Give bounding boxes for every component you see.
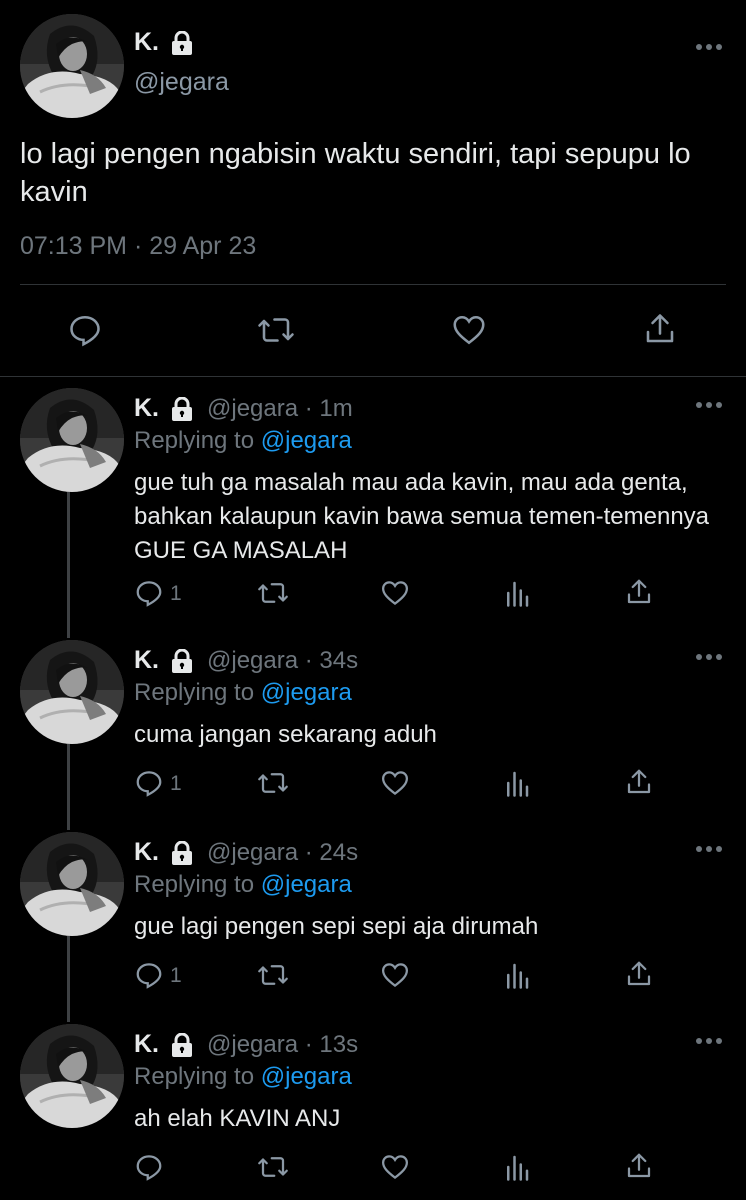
lock-icon xyxy=(171,649,193,673)
reply-icon[interactable] xyxy=(67,312,103,348)
share-icon[interactable] xyxy=(624,576,654,608)
more-options-icon[interactable] xyxy=(696,44,722,52)
reply-icon[interactable] xyxy=(134,1152,164,1182)
more-options-icon[interactable] xyxy=(696,402,722,410)
like-icon[interactable] xyxy=(380,960,410,990)
reply-tweet[interactable]: K. @jegara · 24s Replying to @jegara gue… xyxy=(0,832,746,1022)
handle-time[interactable]: @jegara · 13s xyxy=(207,1031,358,1059)
main-tweet[interactable]: K. @jegara lo lagi pengen ngabisin waktu… xyxy=(0,0,746,376)
replying-to: Replying to @jegara xyxy=(134,871,352,899)
analytics-icon[interactable] xyxy=(504,578,530,608)
replying-to: Replying to @jegara xyxy=(134,1063,352,1091)
tweet-text: ah elah KAVIN ANJ xyxy=(134,1105,341,1132)
display-name[interactable]: K. xyxy=(134,28,159,57)
handle-time[interactable]: @jegara · 24s xyxy=(207,839,358,867)
analytics-icon[interactable] xyxy=(504,768,530,798)
replying-label: Replying to xyxy=(134,1063,261,1090)
reply-count: 1 xyxy=(170,772,182,795)
handle-time[interactable]: @jegara · 34s xyxy=(207,647,358,675)
mention-link[interactable]: @jegara xyxy=(261,1063,352,1090)
tweet-text: lo lagi pengen ngabisin waktu sendiri, t… xyxy=(20,138,691,208)
tweet-text: cuma jangan sekarang aduh xyxy=(134,721,437,748)
replying-label: Replying to xyxy=(134,427,261,454)
timestamp[interactable]: 07:13 PM · 29 Apr 23 xyxy=(20,232,256,261)
display-name[interactable]: K. xyxy=(134,1030,159,1059)
share-icon[interactable] xyxy=(624,766,654,798)
replying-label: Replying to xyxy=(134,871,261,898)
avatar[interactable] xyxy=(20,1024,124,1128)
lock-icon xyxy=(171,1033,193,1057)
avatar[interactable] xyxy=(20,14,124,118)
display-name[interactable]: K. xyxy=(134,394,159,423)
retweet-icon[interactable] xyxy=(256,1152,290,1182)
replying-to: Replying to @jegara xyxy=(134,679,352,707)
action-bar: 1 xyxy=(0,960,746,994)
author-row: K. @jegara · 13s xyxy=(134,1030,358,1059)
reply-icon[interactable] xyxy=(134,768,164,798)
author-row: K. xyxy=(134,28,193,57)
reply-icon[interactable] xyxy=(134,578,164,608)
tweet-text: gue lagi pengen sepi sepi aja dirumah xyxy=(134,913,539,940)
display-name[interactable]: K. xyxy=(134,646,159,675)
reply-tweet[interactable]: K. @jegara · 34s Replying to @jegara cum… xyxy=(0,640,746,830)
mention-link[interactable]: @jegara xyxy=(261,427,352,454)
analytics-icon[interactable] xyxy=(504,1152,530,1182)
retweet-icon[interactable] xyxy=(256,960,290,990)
share-icon[interactable] xyxy=(624,1150,654,1182)
reply-tweet[interactable]: K. @jegara · 13s Replying to @jegara ah … xyxy=(0,1024,746,1200)
action-bar xyxy=(0,1152,746,1186)
lock-icon xyxy=(171,397,193,421)
divider xyxy=(0,376,746,377)
reply-count: 1 xyxy=(170,582,182,605)
more-options-icon[interactable] xyxy=(696,846,722,854)
share-icon[interactable] xyxy=(624,958,654,990)
more-options-icon[interactable] xyxy=(696,654,722,662)
share-icon[interactable] xyxy=(642,310,678,348)
replying-to: Replying to @jegara xyxy=(134,427,352,455)
like-icon[interactable] xyxy=(380,578,410,608)
like-icon[interactable] xyxy=(380,1152,410,1182)
like-icon[interactable] xyxy=(380,768,410,798)
retweet-icon[interactable] xyxy=(256,768,290,798)
like-icon[interactable] xyxy=(450,312,488,348)
avatar[interactable] xyxy=(20,640,124,744)
avatar[interactable] xyxy=(20,388,124,492)
analytics-icon[interactable] xyxy=(504,960,530,990)
mention-link[interactable]: @jegara xyxy=(261,871,352,898)
author-row: K. @jegara · 24s xyxy=(134,838,358,867)
lock-icon xyxy=(171,31,193,55)
action-bar: 1 xyxy=(0,768,746,802)
reply-icon[interactable] xyxy=(134,960,164,990)
replying-label: Replying to xyxy=(134,679,261,706)
reply-count: 1 xyxy=(170,964,182,987)
mention-link[interactable]: @jegara xyxy=(261,679,352,706)
retweet-icon[interactable] xyxy=(256,578,290,608)
handle-time[interactable]: @jegara · 1m xyxy=(207,395,353,423)
author-row: K. @jegara · 1m xyxy=(134,394,353,423)
avatar[interactable] xyxy=(20,832,124,936)
action-bar: 1 xyxy=(0,578,746,612)
author-row: K. @jegara · 34s xyxy=(134,646,358,675)
more-options-icon[interactable] xyxy=(696,1038,722,1046)
tweet-text: gue tuh ga masalah mau ada kavin, mau ad… xyxy=(134,469,710,564)
handle[interactable]: @jegara xyxy=(134,68,229,97)
retweet-icon[interactable] xyxy=(256,312,296,348)
divider xyxy=(20,284,726,285)
display-name[interactable]: K. xyxy=(134,838,159,867)
lock-icon xyxy=(171,841,193,865)
reply-tweet[interactable]: K. @jegara · 1m Replying to @jegara gue … xyxy=(0,388,746,638)
